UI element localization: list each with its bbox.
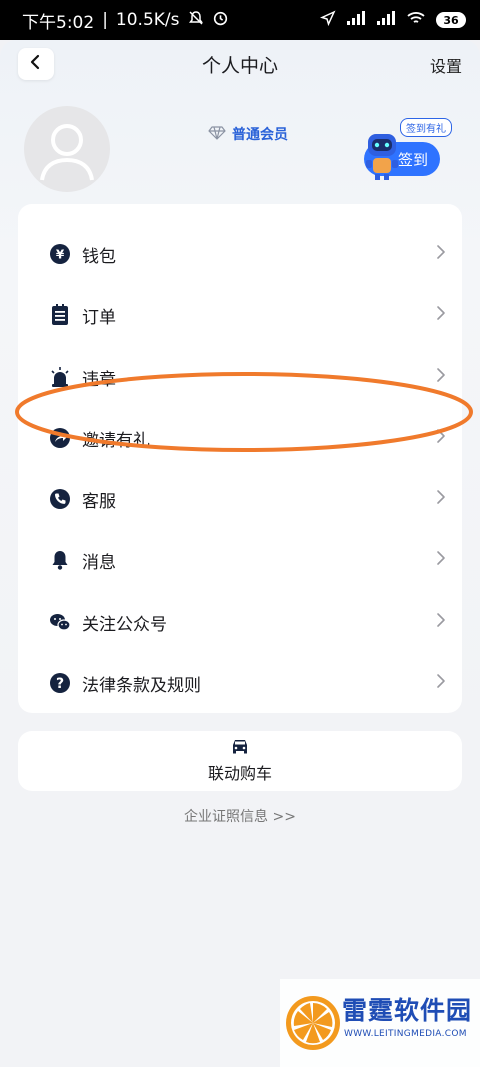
chevron-right-icon xyxy=(436,428,446,448)
menu-item-label: 消息 xyxy=(82,552,116,573)
mute-bell-icon xyxy=(188,10,204,31)
chevron-right-icon xyxy=(436,244,446,264)
location-arrow-icon xyxy=(319,9,336,31)
menu-item-label: 钱包 xyxy=(82,246,116,267)
signal-icon-2 xyxy=(376,10,396,31)
network-speed: 10.5K/s xyxy=(115,10,180,30)
menu-item-wallet[interactable]: ¥ 钱包 xyxy=(18,224,462,284)
svg-text:¥: ¥ xyxy=(56,248,65,262)
chevron-right-icon xyxy=(436,673,446,693)
chevron-right-icon xyxy=(436,305,446,325)
robot-mascot-icon xyxy=(362,128,402,182)
share-arrow-icon xyxy=(49,427,71,449)
menu-item-label: 邀请有礼 xyxy=(82,430,150,451)
svg-text:?: ? xyxy=(56,676,64,692)
question-icon: ? xyxy=(49,672,71,694)
avatar[interactable] xyxy=(24,106,110,192)
alarm-clock-icon xyxy=(212,9,229,31)
chevron-right-icon xyxy=(436,612,446,632)
car-purchase-label: 联动购车 xyxy=(207,764,272,783)
menu-item-invite[interactable]: 邀请有礼 xyxy=(18,408,462,468)
menu-item-legal-terms[interactable]: ? 法律条款及规则 xyxy=(18,653,462,713)
page-title: 个人中心 xyxy=(201,55,278,77)
menu-item-wechat-follow[interactable]: 关注公众号 xyxy=(18,592,462,652)
menu-item-messages[interactable]: 消息 xyxy=(18,530,462,590)
diamond-icon xyxy=(208,125,226,144)
checkin-label: 签到 xyxy=(397,150,428,169)
menu-item-label: 违章 xyxy=(82,369,116,390)
alarm-light-icon xyxy=(49,366,71,388)
menu-item-label: 客服 xyxy=(82,491,116,512)
orange-slice-logo-icon xyxy=(286,996,340,1050)
menu-item-label: 关注公众号 xyxy=(82,614,167,635)
member-level[interactable]: 普通会员 xyxy=(208,124,288,144)
profile-header: 普通会员 签到 签到有礼 xyxy=(0,106,480,206)
car-icon xyxy=(230,738,250,758)
battery-indicator: 36 xyxy=(436,12,466,28)
watermark-title: 雷霆软件园 xyxy=(342,996,473,1025)
settings-button[interactable]: 设置 xyxy=(430,53,462,77)
menu-list: ¥ 钱包 订单 违章 邀请有礼 客服 消息 关注公众号 ? 法律条款及规则 xyxy=(18,204,462,713)
linked-car-purchase-button[interactable]: 联动购车 xyxy=(18,731,462,791)
status-time: 下午5:02 xyxy=(22,12,95,33)
menu-item-orders[interactable]: 订单 xyxy=(18,285,462,345)
wifi-icon xyxy=(406,10,426,31)
signal-icon xyxy=(346,10,366,31)
watermark-url: WWW.LEITINGMEDIA.COM xyxy=(344,1029,467,1039)
phone-icon xyxy=(49,488,71,510)
checkin-bubble: 签到有礼 xyxy=(400,118,452,137)
chevron-right-icon xyxy=(436,489,446,509)
nav-bar: 个人中心 设置 xyxy=(0,40,480,86)
wechat-icon xyxy=(49,611,71,633)
menu-item-violations[interactable]: 违章 xyxy=(18,347,462,407)
business-license-link[interactable]: 企业证照信息 >> xyxy=(0,806,480,826)
order-icon xyxy=(49,304,71,326)
personal-center-screen: 个人中心 设置 普通会员 签到 签到有礼 ¥ 钱包 订单 违章 邀请有礼 客服 … xyxy=(0,40,480,1067)
member-level-label: 普通会员 xyxy=(232,127,288,143)
menu-item-label: 订单 xyxy=(82,307,116,328)
chevron-right-icon xyxy=(436,550,446,570)
checkin-widget[interactable]: 签到 签到有礼 xyxy=(362,118,452,188)
watermark-logo: 雷霆软件园 WWW.LEITINGMEDIA.COM xyxy=(280,979,480,1067)
wallet-icon: ¥ xyxy=(49,243,71,265)
chevron-right-icon xyxy=(436,367,446,387)
menu-item-customer-service[interactable]: 客服 xyxy=(18,469,462,529)
bell-icon xyxy=(49,549,71,571)
status-bar: 下午5:02 | 10.5K/s 36 xyxy=(0,0,480,40)
menu-item-label: 法律条款及规则 xyxy=(82,675,201,696)
